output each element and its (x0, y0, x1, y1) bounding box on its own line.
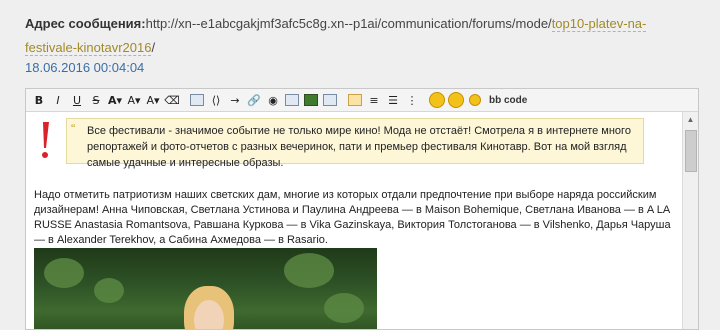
editor-content[interactable]: “ Все фестивали - значимое событие не то… (26, 112, 681, 329)
align-icon[interactable]: ≡ (365, 91, 383, 109)
numbered-list-icon[interactable]: ⋮ (403, 91, 421, 109)
size-button[interactable]: A▾ (144, 91, 162, 109)
quote-icon[interactable] (346, 91, 364, 109)
list-icon[interactable]: ☰ (384, 91, 402, 109)
eraser-icon[interactable]: ⌫ (163, 91, 181, 109)
editor-scrollbar[interactable]: ▲ (682, 112, 698, 329)
font-button[interactable]: A ▾ (106, 91, 124, 109)
address-url: http://xn--e1abcgakjmf3afc5c8g.xn--p1ai/… (145, 16, 552, 31)
more-emoticons-icon[interactable] (466, 91, 484, 109)
quote-mark-icon: “ (71, 121, 76, 136)
message-editor[interactable]: B I U S A ▾ A ▾ A▾ ⌫ ⟨⟩ → 🔗 ◉ ≡ ☰ ⋮ bb cod… (25, 88, 699, 330)
address-tail: / (151, 40, 156, 55)
globe-icon[interactable]: ◉ (264, 91, 282, 109)
link-icon[interactable]: 🔗 (245, 91, 263, 109)
smile-icon[interactable] (428, 91, 446, 109)
table-icon[interactable] (188, 91, 206, 109)
scroll-thumb[interactable] (685, 130, 697, 172)
image-icon[interactable] (283, 91, 301, 109)
bold-button[interactable]: B (30, 91, 48, 109)
quote-text: Все фестивали - значимое событие не толь… (87, 125, 631, 169)
color-button[interactable]: A ▾ (125, 91, 143, 109)
message-date: 18.06.2016 00:04:04 (25, 60, 145, 75)
body-paragraph: Надо отметить патриотизм наших светских … (34, 189, 671, 246)
address-label: Адрес сообщения: (25, 16, 146, 31)
message-address: Адрес сообщения:http://xn--e1abcgakjmf3a… (25, 12, 685, 60)
strike-button[interactable]: S (87, 91, 105, 109)
scroll-up-icon[interactable]: ▲ (683, 112, 698, 126)
code-icon[interactable]: ⟨⟩ (207, 91, 225, 109)
italic-button[interactable]: I (49, 91, 67, 109)
emoticon-icon[interactable] (447, 91, 465, 109)
quote-block: “ Все фестивали - значимое событие не то… (66, 118, 644, 169)
video-icon[interactable] (302, 91, 320, 109)
editor-toolbar: B I U S A ▾ A ▾ A▾ ⌫ ⟨⟩ → 🔗 ◉ ≡ ☰ ⋮ bb cod… (26, 89, 698, 112)
bbcode-toggle[interactable]: bb code (489, 95, 527, 106)
media-icon[interactable] (321, 91, 339, 109)
photo (34, 248, 377, 329)
indent-icon[interactable]: → (226, 91, 244, 109)
exclamation-icon (42, 122, 49, 158)
underline-button[interactable]: U (68, 91, 86, 109)
